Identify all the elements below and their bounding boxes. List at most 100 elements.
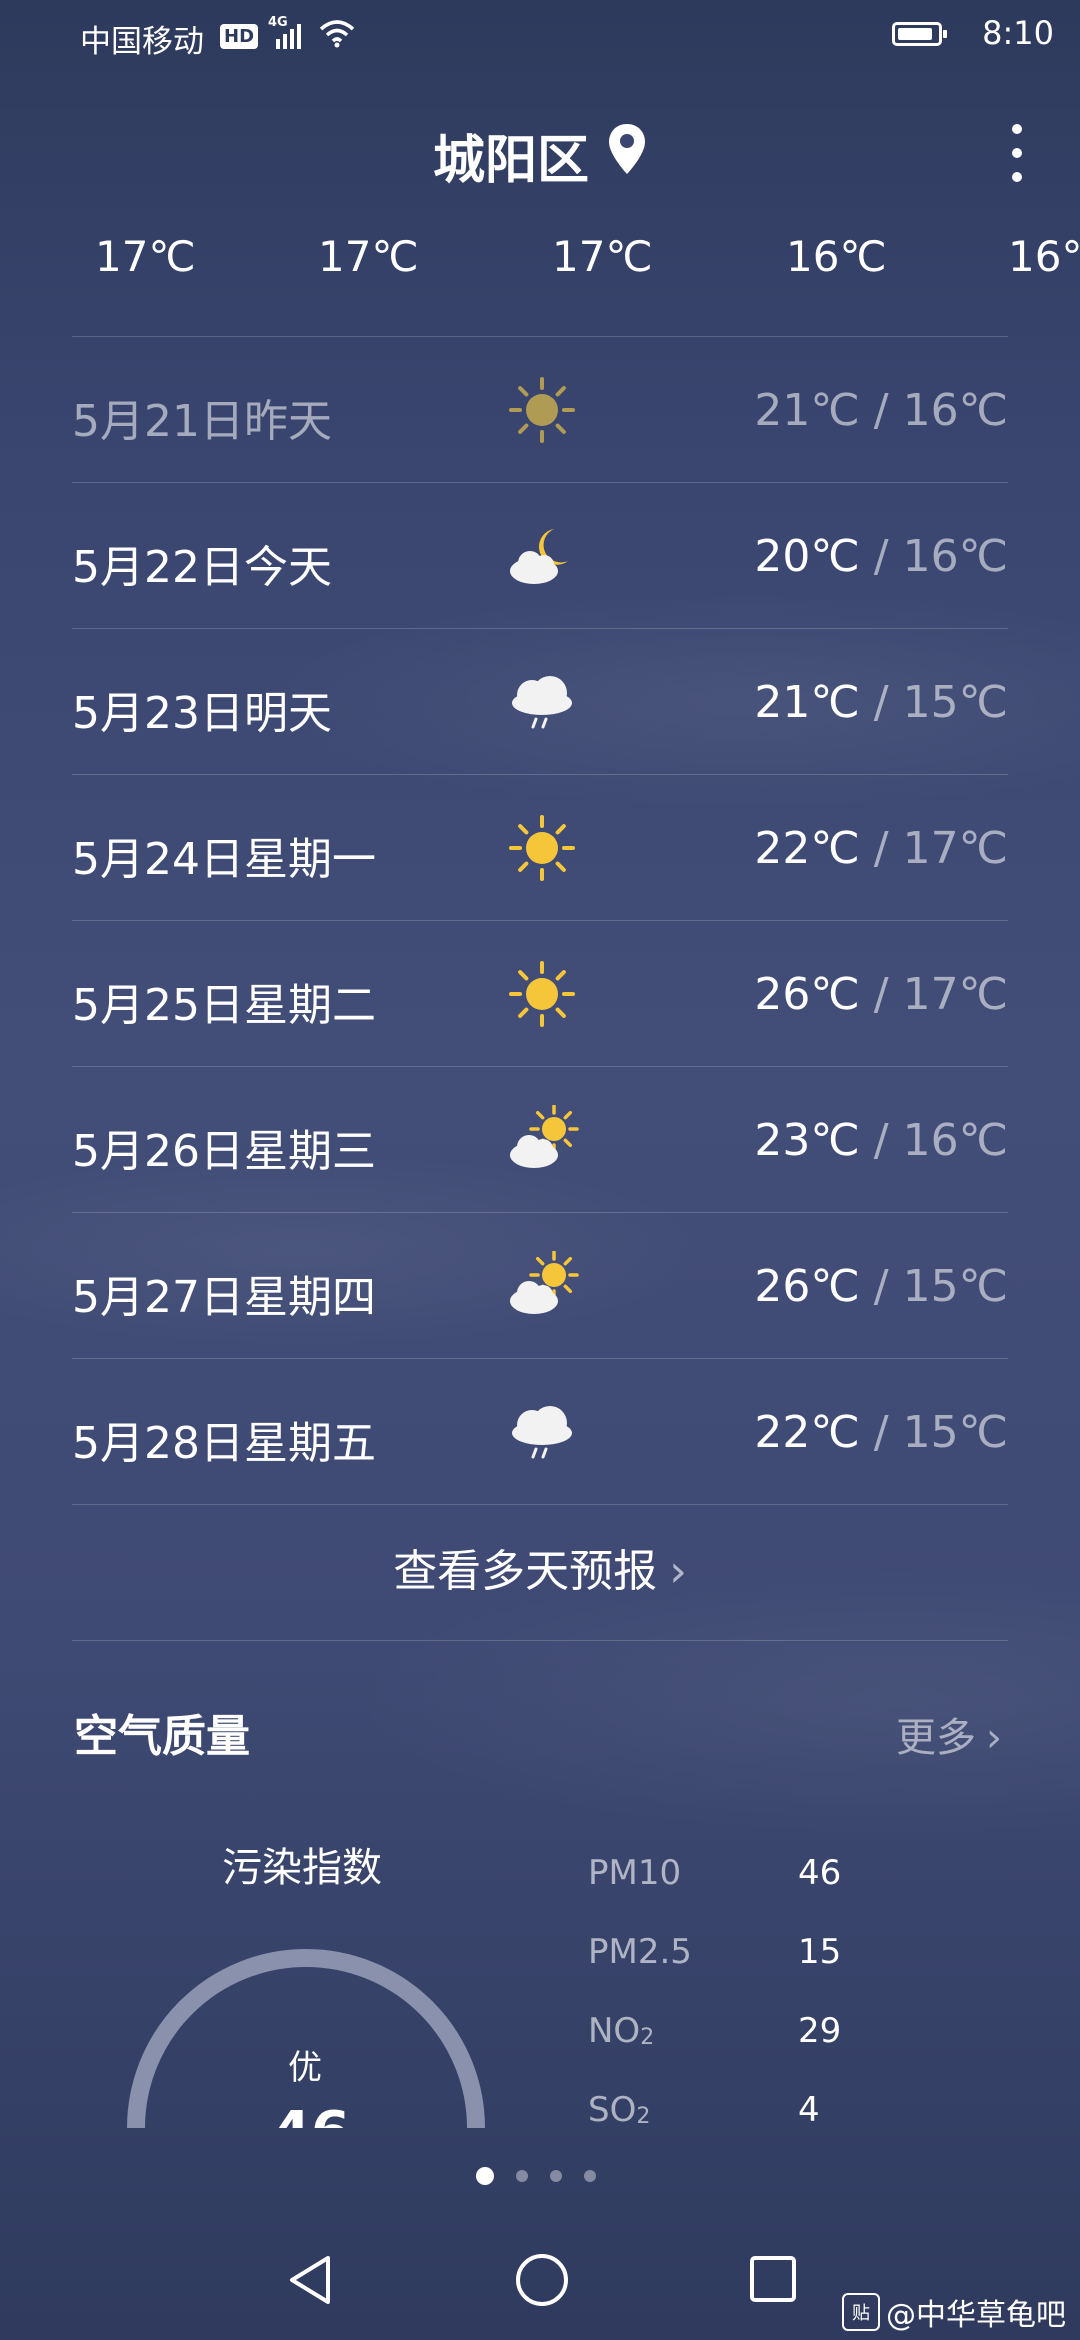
city-header[interactable]: 城阳区 <box>0 118 1080 193</box>
hourly-temp: 16℃ <box>786 232 887 281</box>
high-temp: 26℃ <box>754 1261 860 1312</box>
pollutant-value-no2: 29 <box>798 2011 842 2051</box>
wifi-icon <box>318 19 356 53</box>
hourly-temps-strip[interactable]: 17℃ 17℃ 17℃ 16℃ 16℃ <box>0 232 1080 292</box>
high-temp: 23℃ <box>754 1115 860 1166</box>
forecast-date: 5月28日星期五 <box>72 1418 376 1469</box>
pollutant-value-pm10: 46 <box>798 1853 842 1893</box>
temp-separator: / <box>859 969 903 1020</box>
hd-badge: HD <box>220 23 259 49</box>
low-temp: 16℃ <box>902 1115 1008 1166</box>
pollutant-name-no2: NO2 <box>588 2011 655 2051</box>
forecast-temps: 26℃ / 17℃ <box>754 969 1008 1020</box>
forecast-date: 5月27日星期四 <box>72 1272 376 1323</box>
pollutant-value-so2: 4 <box>798 2090 820 2130</box>
page-dot <box>476 2167 494 2185</box>
forecast-date: 5月21日昨天 <box>72 396 332 447</box>
rain-cloud-icon <box>502 1397 582 1467</box>
forecast-temps: 23℃ / 16℃ <box>754 1115 1008 1166</box>
forecast-date: 5月24日星期一 <box>72 834 376 885</box>
multi-day-forecast-link[interactable]: 查看多天预报 › <box>0 1535 1080 1599</box>
sun-icon <box>502 959 582 1029</box>
high-temp: 21℃ <box>754 385 860 436</box>
high-temp: 21℃ <box>754 677 860 728</box>
daily-forecast-row[interactable]: 5月28日星期五 22℃ / 15℃ <box>72 1358 1008 1505</box>
battery-level <box>898 28 933 40</box>
daily-forecast-row[interactable]: 5月25日星期二 26℃ / 17℃ <box>72 920 1008 1066</box>
city-name: 城阳区 <box>432 131 589 191</box>
temp-separator: / <box>859 1407 903 1458</box>
forecast-temps: 22℃ / 17℃ <box>754 823 1008 874</box>
daily-forecast-row[interactable]: 5月27日星期四 26℃ / 15℃ <box>72 1212 1008 1358</box>
temp-separator: / <box>859 677 903 728</box>
aqi-grade: 优 <box>288 2048 322 2088</box>
more-options-icon[interactable] <box>1002 124 1032 188</box>
watermark-logo-icon: 贴 <box>842 2293 880 2331</box>
forecast-link-label: 查看多天预报 <box>393 1546 658 1597</box>
low-temp: 15℃ <box>902 677 1008 728</box>
high-temp: 26℃ <box>754 969 860 1020</box>
daily-forecast-row[interactable]: 5月26日星期三 23℃ / 16℃ <box>72 1066 1008 1212</box>
more-label: 更多 <box>896 1715 976 1761</box>
low-temp: 17℃ <box>902 823 1008 874</box>
daily-forecast-row[interactable]: 5月23日明天 21℃ / 15℃ <box>72 628 1008 774</box>
pollution-index-label: 污染指数 <box>222 1845 382 1891</box>
battery-icon <box>892 22 947 46</box>
daily-forecast-list: 5月21日昨天 21℃ / 16℃ 5月22日今天 20℃ / 16℃ 5月23日明天 2… <box>72 336 1008 1505</box>
forecast-date: 5月26日星期三 <box>72 1126 376 1177</box>
page-indicator <box>476 2167 596 2185</box>
signal-icon: 4G <box>268 15 308 51</box>
air-quality-more-link[interactable]: 更多 › <box>896 1705 1002 1763</box>
rain-cloud-icon <box>502 667 582 737</box>
hourly-temp: 16℃ <box>1008 232 1080 281</box>
status-icons: HD 4G <box>220 15 356 56</box>
high-temp: 22℃ <box>754 823 860 874</box>
low-temp: 17℃ <box>902 969 1008 1020</box>
back-icon[interactable] <box>284 2252 336 2308</box>
forecast-temps: 20℃ / 16℃ <box>754 531 1008 582</box>
air-quality-title: 空气质量 <box>74 1711 250 1762</box>
page-dot <box>584 2170 596 2182</box>
watermark-text: @中华草龟吧 <box>886 2298 1066 2333</box>
forecast-temps: 22℃ / 15℃ <box>754 1407 1008 1458</box>
forecast-date: 5月23日明天 <box>72 688 332 739</box>
sun-icon <box>502 813 582 883</box>
low-temp: 16℃ <box>902 531 1008 582</box>
sun-icon <box>502 375 582 445</box>
chevron-right-icon: › <box>669 1546 687 1597</box>
sun-cloud-icon <box>502 1250 582 1321</box>
home-icon[interactable] <box>514 2252 570 2308</box>
pollutant-name-so2: SO2 <box>588 2090 651 2130</box>
low-temp: 16℃ <box>902 385 1008 436</box>
daily-forecast-row[interactable]: 5月22日今天 20℃ / 16℃ <box>72 482 1008 628</box>
forecast-temps: 21℃ / 15℃ <box>754 677 1008 728</box>
temp-separator: / <box>859 1261 903 1312</box>
forecast-date: 5月22日今天 <box>72 542 332 593</box>
high-temp: 22℃ <box>754 1407 860 1458</box>
page-dot <box>550 2170 562 2182</box>
sun-cloud-icon <box>502 1104 582 1175</box>
pollutant-value-pm25: 15 <box>798 1932 842 1972</box>
temp-separator: / <box>859 385 903 436</box>
chevron-right-icon: › <box>986 1715 1002 1761</box>
low-temp: 15℃ <box>902 1407 1008 1458</box>
forecast-temps: 26℃ / 15℃ <box>754 1261 1008 1312</box>
moon-cloud-icon <box>502 521 582 591</box>
hourly-temp: 17℃ <box>318 232 419 281</box>
low-temp: 15℃ <box>902 1261 1008 1312</box>
location-pin-icon <box>607 122 647 189</box>
forecast-temps: 21℃ / 16℃ <box>754 385 1008 436</box>
hourly-temp: 17℃ <box>95 232 196 281</box>
temp-separator: / <box>859 823 903 874</box>
temp-separator: / <box>859 1115 903 1166</box>
daily-forecast-row[interactable]: 5月21日昨天 21℃ / 16℃ <box>72 336 1008 482</box>
watermark: 贴 @中华草龟吧 <box>842 2290 1066 2334</box>
network-label: 4G <box>268 15 288 30</box>
recent-apps-icon[interactable] <box>748 2254 798 2304</box>
hourly-temp: 17℃ <box>552 232 653 281</box>
clock: 8:10 <box>982 14 1054 52</box>
temp-separator: / <box>859 531 903 582</box>
daily-forecast-row[interactable]: 5月24日星期一 22℃ / 17℃ <box>72 774 1008 920</box>
status-bar: 中国移动 HD 4G 8:10 <box>0 0 1080 72</box>
page-dot <box>516 2170 528 2182</box>
